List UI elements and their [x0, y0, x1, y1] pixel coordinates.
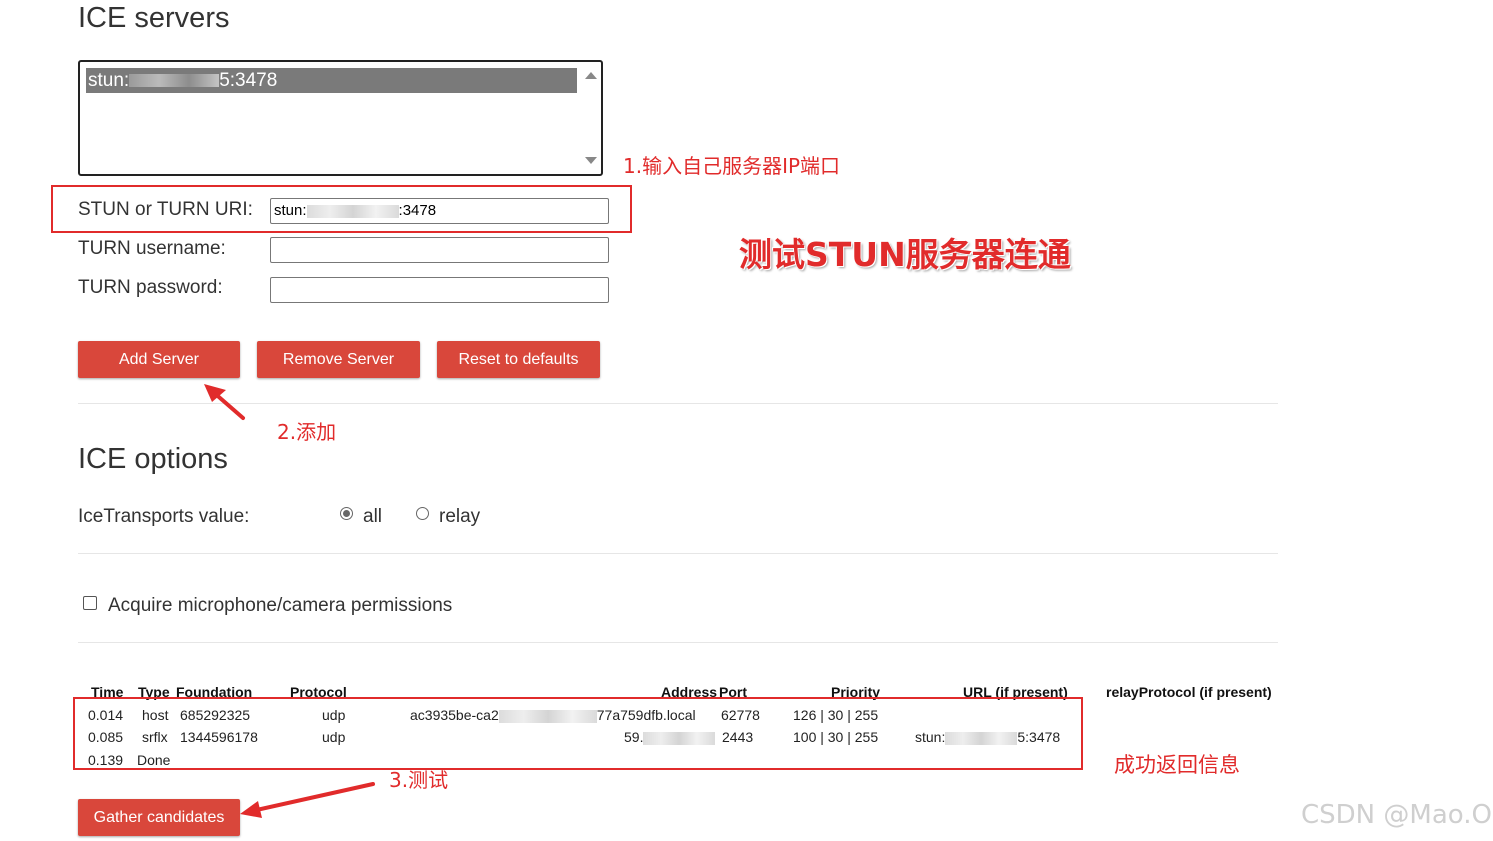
- annotation-arrows: [204, 384, 375, 818]
- arrow-icon: [240, 782, 375, 818]
- watermark: CSDN @Mao.O: [1301, 800, 1492, 830]
- arrow-icon: [204, 384, 245, 420]
